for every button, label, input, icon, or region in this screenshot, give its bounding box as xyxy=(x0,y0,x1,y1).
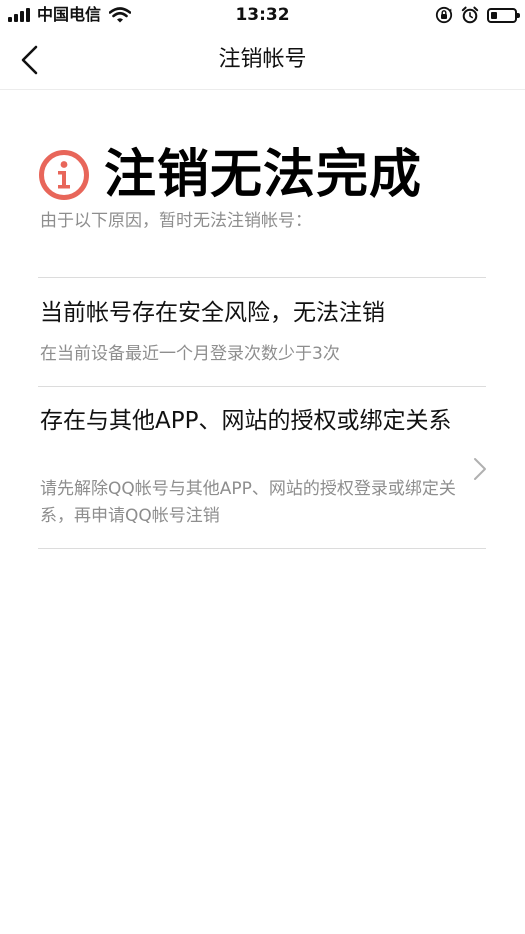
status-bar: 中国电信 13:32 xyxy=(0,0,525,30)
reason-2-row[interactable]: 存在与其他APP、网站的授权或绑定关系 请先解除QQ帐号与其他APP、网站的授权… xyxy=(0,387,525,549)
reason-1-description: 在当前设备最近一个月登录次数少于3次 xyxy=(40,344,340,364)
error-heading: 注销无法完成 xyxy=(38,140,422,210)
nav-bar: 注销帐号 xyxy=(0,30,525,90)
status-right xyxy=(435,5,520,25)
divider xyxy=(38,277,486,278)
heading-title: 注销无法完成 xyxy=(104,145,423,205)
chevron-right-icon xyxy=(474,458,486,480)
info-icon xyxy=(39,150,89,200)
alarm-icon xyxy=(461,6,479,24)
reason-1-title: 当前帐号存在安全风险，无法注销 xyxy=(40,300,385,326)
rotation-lock-icon xyxy=(435,6,453,24)
reason-2-description: 请先解除QQ帐号与其他APP、网站的授权登录或绑定关系，再申请QQ帐号注销 xyxy=(40,479,456,526)
divider xyxy=(38,548,486,549)
subtitle: 由于以下原因，暂时无法注销帐号： xyxy=(40,211,312,231)
battery-icon xyxy=(487,7,520,23)
battery-fill xyxy=(491,11,497,19)
page-title: 注销帐号 xyxy=(218,47,307,72)
reason-2-title: 存在与其他APP、网站的授权或绑定关系 xyxy=(40,408,452,434)
